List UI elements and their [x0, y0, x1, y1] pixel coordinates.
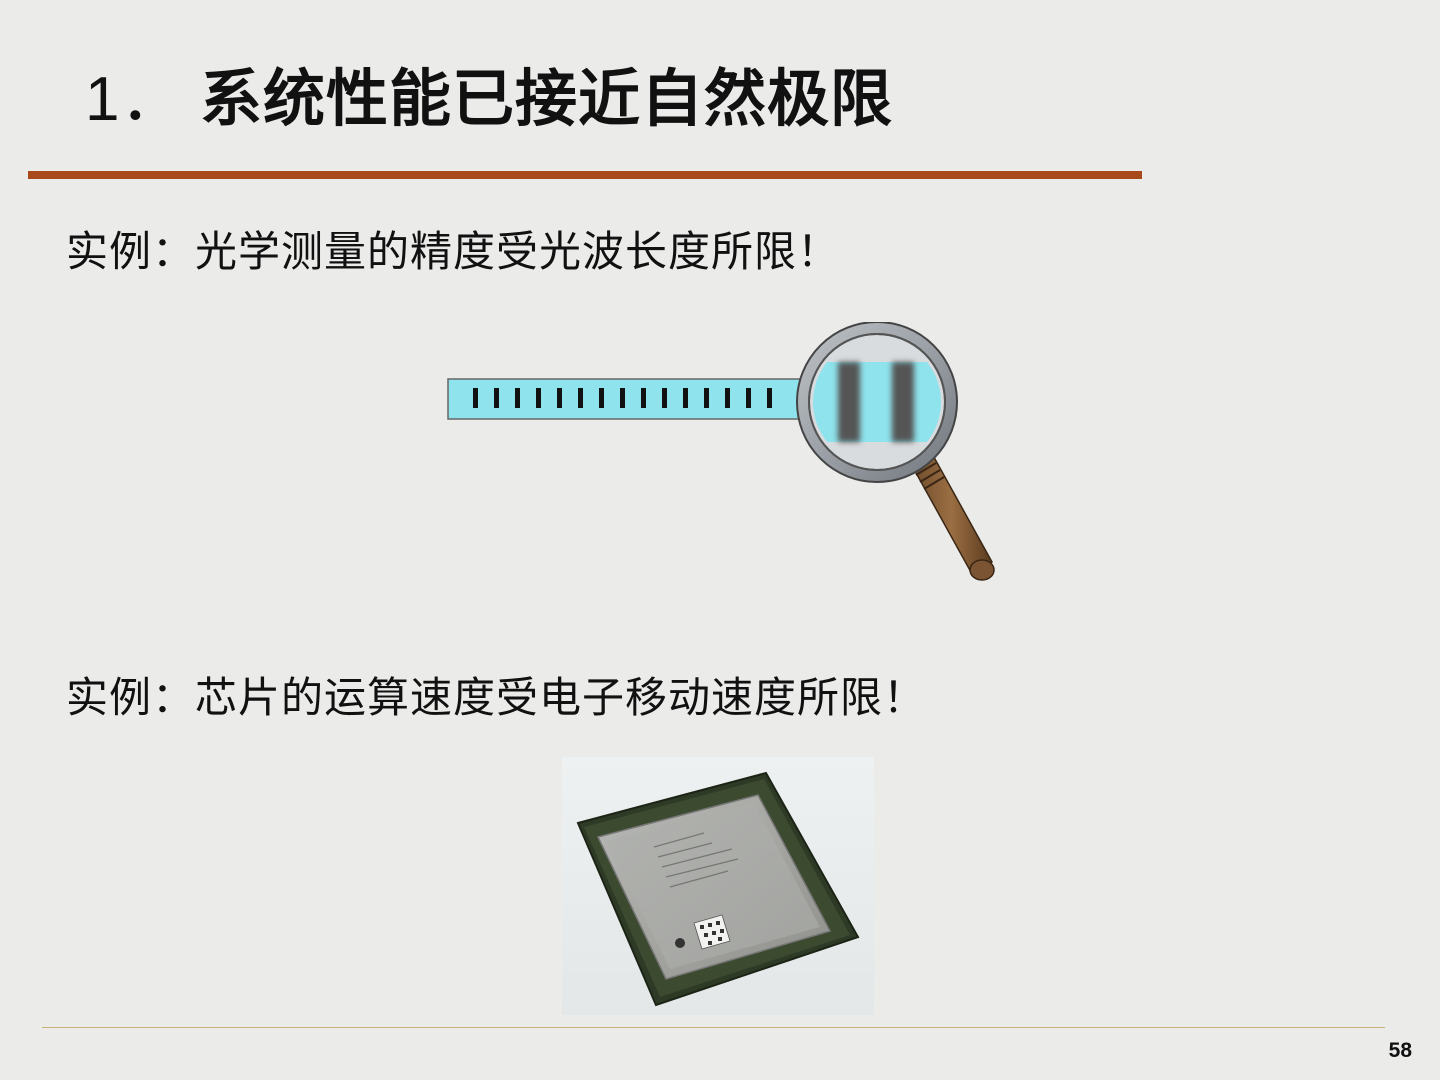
ruler-bar [447, 378, 809, 420]
cpu-chip-image [562, 757, 874, 1015]
footer-divider [42, 1027, 1385, 1028]
title-divider [28, 171, 1142, 179]
title-text: 系统性能已接近自然极限 [200, 62, 894, 135]
example-text-chip: 实例：芯片的运算速度受电子移动速度所限！ [66, 673, 927, 722]
title-number: 1． [85, 65, 184, 134]
example-text-optical: 实例：光学测量的精度受光波长度所限！ [66, 227, 841, 276]
slide: 1． 系统性能已接近自然极限 实例：光学测量的精度受光波长度所限！ 实例：芯片的… [0, 0, 1440, 1080]
page-number: 58 [1388, 1039, 1412, 1062]
magnifier-handle [908, 448, 995, 581]
slide-title: 1． 系统性能已接近自然极限 [85, 48, 893, 138]
magnifier-ruler-illustration [447, 322, 995, 581]
